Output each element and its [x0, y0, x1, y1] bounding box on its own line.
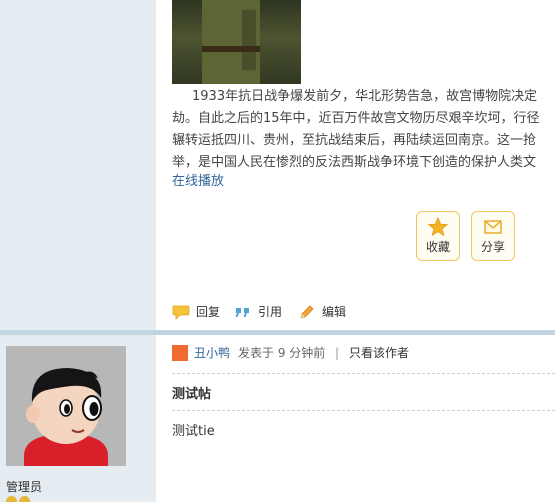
avatar[interactable]	[6, 346, 126, 466]
article-text: 1933年抗日战争爆发前夕，华北形势告急，故宫博物院决定 劫。自此之后的15年中…	[172, 86, 555, 174]
article-line: 1933年抗日战争爆发前夕，华北形势告急，故宫博物院决定	[192, 89, 538, 104]
user-icon	[172, 345, 188, 361]
title-divider-line	[172, 410, 555, 411]
post-separator	[156, 330, 555, 335]
post-time: 发表于 9 分钟前	[238, 346, 326, 360]
star-icon	[427, 217, 449, 237]
cartoon-avatar-icon	[6, 346, 126, 466]
post-separator-left	[0, 330, 156, 335]
article-line: 劫。自此之后的15年中，近百万件故宫文物历尽艰辛坎坷，行径	[172, 111, 540, 126]
article-line: 辗转运抵四川、贵州，至抗战结束后，再陆续运回南京。这一抢	[172, 133, 537, 148]
soldier-belt	[202, 46, 260, 52]
online-play-link[interactable]: 在线播放	[172, 171, 224, 193]
favorite-label: 收藏	[425, 240, 450, 254]
quote-button[interactable]: 引用	[234, 302, 286, 322]
reply-button[interactable]: 回复	[172, 302, 224, 322]
post-title: 测试帖	[172, 387, 212, 402]
post-image	[172, 0, 301, 84]
author-link[interactable]: 丑小鸭	[194, 343, 230, 363]
edit-label: 编辑	[322, 305, 347, 319]
user-role: 管理员	[6, 480, 43, 494]
speech-bubble-icon	[172, 305, 190, 320]
favorite-button[interactable]: 收藏	[416, 211, 460, 261]
quote-label: 引用	[258, 305, 283, 319]
reply-label: 回复	[196, 305, 221, 319]
meta-divider-line	[172, 373, 555, 374]
soldier-arm	[242, 10, 256, 70]
user-rank-stars	[6, 496, 32, 502]
rank-star-icon	[19, 496, 30, 502]
pencil-icon	[300, 305, 314, 319]
envelope-icon	[484, 220, 502, 234]
post-body: 测试tie	[172, 424, 215, 439]
author-only-link[interactable]: 只看该作者	[349, 343, 409, 363]
share-button[interactable]: 分享	[471, 211, 515, 261]
rank-star-icon	[6, 496, 17, 502]
article-line: 举，是中国人民在惨烈的反法西斯战争环境下创造的保护人类文	[172, 155, 537, 170]
share-label: 分享	[480, 240, 505, 254]
edit-button[interactable]: 编辑	[298, 302, 350, 322]
quote-icon	[235, 308, 249, 317]
meta-divider: |	[335, 346, 340, 360]
